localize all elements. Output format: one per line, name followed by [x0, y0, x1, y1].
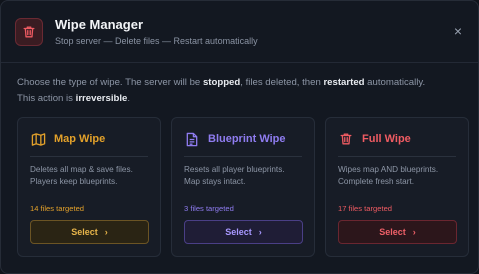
intro-stopped: stopped: [202, 77, 241, 88]
wipe-manager-modal: Wipe Manager Stop server — Delete files …: [0, 0, 479, 274]
intro-text: Choose the type of wipe. The server will…: [1, 63, 478, 107]
chevron-right-icon: ›: [258, 227, 262, 237]
map-icon: [30, 131, 46, 147]
desc-line: Deletes all map & save files.: [30, 165, 133, 174]
map-wipe-card[interactable]: Map Wipe Deletes all map & save files. P…: [17, 117, 161, 257]
full-wipe-card[interactable]: Full Wipe Wipes map AND blueprints. Comp…: [325, 117, 469, 257]
blueprint-wipe-select-button[interactable]: Select ›: [184, 220, 303, 244]
intro-part: automatically.: [364, 77, 426, 88]
chevron-right-icon: ›: [412, 227, 416, 237]
select-label: Select: [225, 227, 252, 237]
desc-line: Players keep blueprints.: [30, 177, 118, 186]
select-label: Select: [379, 227, 406, 237]
files-targeted-count: 17 files targeted: [338, 204, 393, 213]
desc-line: Resets all player blueprints.: [184, 165, 285, 174]
intro-part: This action is: [17, 93, 76, 104]
divider: [184, 156, 302, 157]
divider: [30, 156, 148, 157]
desc-line: Complete fresh start.: [338, 177, 414, 186]
modal-header: Wipe Manager Stop server — Delete files …: [1, 1, 478, 63]
card-title: Map Wipe: [54, 133, 106, 145]
card-title: Full Wipe: [362, 133, 411, 145]
intro-irreversible: irreversible: [75, 93, 128, 104]
modal-subtitle: Stop server — Delete files — Restart aut…: [55, 36, 258, 46]
desc-line: Map stays intact.: [184, 177, 246, 186]
card-title: Blueprint Wipe: [208, 133, 286, 145]
wipe-options: Map Wipe Deletes all map & save files. P…: [17, 117, 469, 257]
trash-icon: [15, 17, 43, 46]
select-label: Select: [71, 227, 98, 237]
files-targeted-count: 14 files targeted: [30, 204, 85, 213]
desc-line: Wipes map AND blueprints.: [338, 165, 439, 174]
card-description: Wipes map AND blueprints. Complete fresh…: [338, 164, 456, 198]
intro-part: Choose the type of wipe. The server will…: [17, 77, 203, 88]
intro-restarted: restarted: [323, 77, 365, 88]
full-wipe-select-button[interactable]: Select ›: [338, 220, 457, 244]
divider: [338, 156, 456, 157]
trash-icon: [338, 131, 354, 147]
document-icon: [184, 131, 200, 147]
map-wipe-select-button[interactable]: Select ›: [30, 220, 149, 244]
intro-part: , files deleted, then: [240, 77, 324, 88]
files-targeted-count: 3 files targeted: [184, 204, 234, 213]
modal-title: Wipe Manager: [55, 17, 144, 32]
card-description: Resets all player blueprints. Map stays …: [184, 164, 302, 198]
card-description: Deletes all map & save files. Players ke…: [30, 164, 148, 198]
blueprint-wipe-card[interactable]: Blueprint Wipe Resets all player bluepri…: [171, 117, 315, 257]
chevron-right-icon: ›: [104, 227, 108, 237]
close-icon[interactable]: ×: [454, 24, 462, 38]
intro-part: .: [127, 93, 131, 104]
